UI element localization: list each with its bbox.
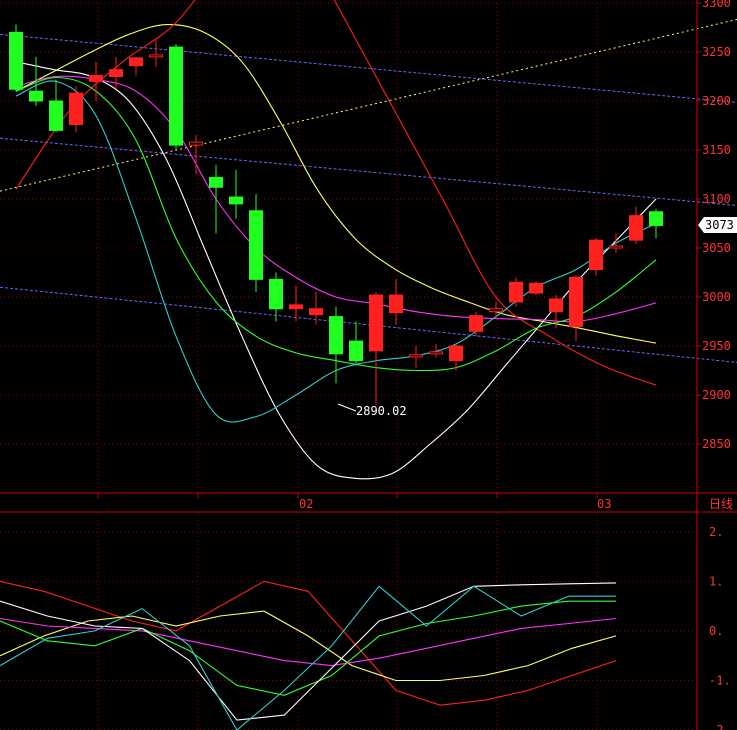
candle-body — [149, 54, 163, 58]
candle — [129, 56, 143, 76]
candle — [409, 346, 423, 368]
candle-body — [229, 196, 243, 205]
period-label: 日线 — [709, 497, 733, 511]
y-tick-label: 2950 — [702, 339, 731, 353]
candle-body — [249, 210, 263, 280]
candle-body — [589, 239, 603, 271]
candle-body — [449, 345, 463, 362]
indicator-line — [0, 582, 617, 721]
current-price-label: 3073 — [705, 218, 734, 232]
candle-body — [489, 308, 503, 313]
candle-body — [389, 294, 403, 314]
candle-body — [469, 315, 483, 332]
candle-body — [309, 308, 323, 316]
current-price-badge: 3073 — [698, 217, 737, 233]
y-tick-label: 0. — [709, 624, 723, 638]
candle-body — [29, 90, 43, 102]
trend-lines — [0, 18, 737, 363]
low-annotation: 2890.02 — [337, 403, 407, 418]
candle — [389, 279, 403, 325]
stock-chart: 3300 3250 3200 3150 3100 3050 3000 2950 2900 2850… — [0, 0, 737, 730]
candle-body — [169, 46, 183, 146]
low-price-label: 2890.02 — [356, 404, 407, 418]
candle — [229, 169, 243, 219]
candle-body — [89, 75, 103, 82]
candle-body — [269, 278, 283, 310]
ma-line — [15, 61, 657, 480]
candle — [269, 272, 283, 322]
axes: 3300 3250 3200 3150 3100 3050 3000 2950 2900 2850… — [0, 0, 737, 730]
candle-body — [129, 57, 143, 67]
candle — [369, 292, 383, 405]
candle-body — [109, 69, 123, 77]
candle — [649, 208, 663, 239]
candle — [569, 275, 583, 342]
indicator-line — [0, 580, 617, 706]
candle — [9, 24, 23, 92]
y-tick-label: -2 — [709, 723, 723, 730]
candle-body — [289, 304, 303, 310]
trend-line — [0, 286, 737, 363]
candle — [589, 238, 603, 276]
y-tick-label: 3200 — [702, 94, 731, 108]
candle — [169, 44, 183, 150]
candle — [329, 306, 343, 384]
candle-body — [189, 141, 203, 146]
candle-body — [629, 215, 643, 241]
candle-body — [569, 276, 583, 327]
candle-body — [49, 100, 63, 131]
y-tick-label: 2900 — [702, 388, 731, 402]
candle-body — [649, 211, 663, 226]
candle — [289, 285, 303, 322]
x-tick-label: 03 — [597, 497, 611, 511]
candle-body — [409, 354, 423, 358]
trend-line — [0, 137, 737, 207]
candle — [49, 79, 63, 133]
indicator-lines — [0, 580, 617, 730]
y-tick-label: 1. — [709, 574, 723, 588]
candle-body — [549, 298, 563, 313]
candle — [469, 311, 483, 337]
trend-line — [0, 18, 737, 192]
y-tick-label: 3100 — [702, 192, 731, 206]
x-tick-label: 02 — [299, 497, 313, 511]
candle — [529, 281, 543, 296]
y-tick-label: 3050 — [702, 241, 731, 255]
y-tick-label: 3300 — [702, 0, 731, 10]
candle — [629, 206, 643, 245]
y-tick-label: 2. — [709, 525, 723, 539]
candle-body — [9, 31, 23, 90]
candle-body — [609, 245, 623, 249]
candle — [149, 40, 163, 67]
candle-body — [69, 92, 83, 126]
candle-body — [429, 351, 443, 355]
candle-body — [369, 294, 383, 352]
candle — [249, 194, 263, 293]
candle — [509, 277, 523, 307]
candle-body — [529, 282, 543, 294]
candle — [349, 321, 363, 366]
candle-body — [209, 176, 223, 188]
y-tick-label: 3150 — [702, 143, 731, 157]
candle — [69, 86, 83, 133]
candle-body — [329, 316, 343, 355]
candle-body — [509, 281, 523, 303]
y-tick-label: 2850 — [702, 437, 731, 451]
y-tick-label: -1. — [709, 673, 731, 687]
y-tick-label: 3000 — [702, 290, 731, 304]
candle — [489, 301, 503, 319]
y-tick-label: 3250 — [702, 45, 731, 59]
candle-body — [349, 340, 363, 362]
